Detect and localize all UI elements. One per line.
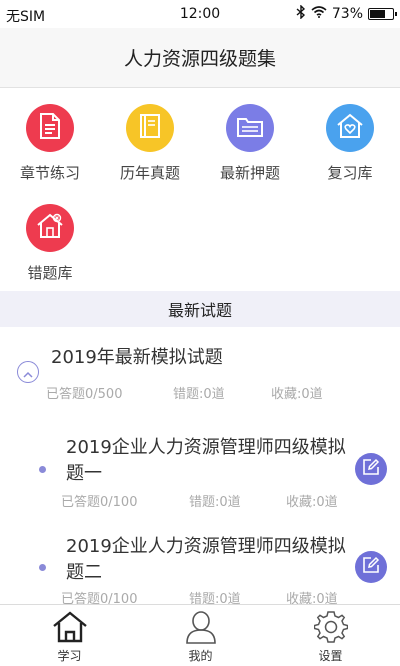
bottom-tab-bar: 学习 我的 设置 [0,604,400,666]
menu-label: 错题库 [27,264,73,282]
tab-study[interactable]: 学习 [3,605,136,666]
edit-icon [362,556,380,578]
menu-label: 复习库 [327,164,373,182]
edit-button[interactable] [355,551,387,583]
battery-percent: 73% [331,6,363,22]
document-icon [38,113,62,143]
bullet-dot [39,466,46,473]
edit-icon [362,458,380,480]
exam-group-title[interactable]: 2019年最新模拟试题 [51,343,223,369]
tab-label: 设置 [318,649,343,663]
wifi-icon [311,6,327,22]
tab-settings[interactable]: 设置 [264,605,397,666]
menu-item-chapter-practice[interactable]: 章节练习 [0,94,100,184]
page-title: 人力资源四级题集 [123,48,276,70]
answered-count: 已答题0/100 [61,495,138,510]
home-icon [52,609,88,645]
status-icons: 73% [296,4,397,23]
exam-list-item[interactable]: 2019企业人力资源管理师四级模拟题一 已答题0/100 错题:0道 收藏:0道 [0,435,400,535]
bluetooth-icon [296,4,306,23]
battery-fill [370,10,385,18]
heart-house-icon [336,113,364,143]
section-header: 最新试题 [0,291,400,327]
menu-item-latest-predictions[interactable]: 最新押题 [200,94,300,184]
menu-item-past-exams[interactable]: 历年真题 [100,94,200,184]
battery-icon [368,8,397,20]
folder-icon [236,114,264,142]
menu-label: 历年真题 [119,164,180,182]
menu-label: 章节练习 [19,164,80,182]
menu-item-review-library[interactable]: 复习库 [300,94,400,184]
menu-icon-circle [26,104,74,152]
wrong-count: 错题:0道 [173,387,225,402]
wrong-count: 错题:0道 [189,495,241,510]
menu-icon-circle [326,104,374,152]
chevron-up-icon [23,363,33,382]
menu-icon-circle [26,204,74,252]
collapse-button[interactable] [17,361,39,383]
menu-item-wrong-questions[interactable]: 错题库 [0,194,100,284]
menu-icon-circle [126,104,174,152]
exam-title: 2019企业人力资源管理师四级模拟题二 [66,536,346,583]
page-title-bar: 人力资源四级题集 [0,28,400,88]
favorites-count: 收藏:0道 [286,495,338,510]
tab-profile[interactable]: 我的 [134,605,267,666]
favorites-count: 收藏:0道 [271,387,323,402]
answered-count: 已答题0/500 [46,387,123,402]
gear-icon [313,609,348,645]
menu-label: 最新押题 [219,164,280,182]
error-house-icon [36,213,64,243]
tab-label: 学习 [57,649,82,663]
tab-label: 我的 [188,649,213,663]
bullet-dot [39,564,46,571]
exam-title: 2019企业人力资源管理师四级模拟题一 [66,437,346,484]
status-bar: 无SIM 12:00 73% [0,0,400,28]
menu-icon-circle [226,104,274,152]
edit-button[interactable] [355,453,387,485]
section-title: 最新试题 [167,301,232,320]
user-icon [185,609,217,645]
book-icon [138,113,162,143]
